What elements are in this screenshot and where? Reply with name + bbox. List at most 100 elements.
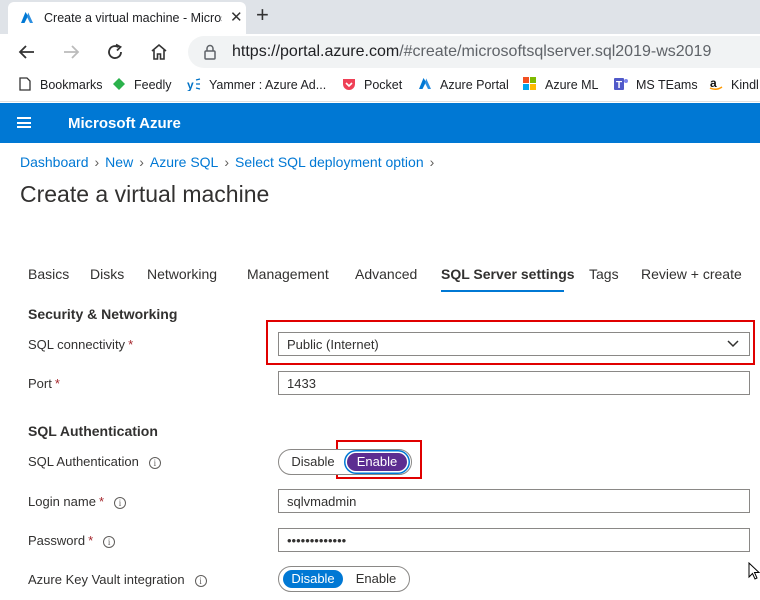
chevron-right-icon: › bbox=[429, 154, 435, 170]
required-marker: * bbox=[98, 494, 105, 509]
azure-header: Microsoft Azure bbox=[0, 103, 760, 143]
bookmark-feedly[interactable]: Feedly bbox=[112, 77, 172, 92]
info-icon[interactable]: i bbox=[103, 536, 116, 548]
chevron-right-icon: › bbox=[94, 154, 100, 170]
azure-portal-icon bbox=[419, 78, 431, 89]
section-security-networking: Security & Networking bbox=[28, 306, 178, 322]
new-tab-icon[interactable]: + bbox=[256, 2, 269, 28]
sql-connectivity-label-text: SQL connectivity bbox=[28, 337, 126, 352]
bookmark-azure-portal[interactable]: Azure Portal bbox=[418, 77, 509, 92]
bookmark-label: Bookmarks bbox=[40, 78, 103, 92]
port-label: Port * bbox=[28, 376, 60, 391]
akv-enable-option[interactable]: Enable bbox=[347, 570, 405, 588]
svg-text:y: y bbox=[187, 78, 194, 91]
feedly-icon bbox=[113, 78, 125, 90]
section-sql-authentication: SQL Authentication bbox=[28, 423, 158, 439]
bookmark-yammer[interactable]: y Yammer : Azure Ad... bbox=[187, 77, 326, 92]
required-marker: * bbox=[128, 337, 134, 352]
login-name-input[interactable]: sqlvmadmin bbox=[278, 489, 750, 513]
browser-tab-strip: Create a virtual machine - Micros ✕ + bbox=[0, 0, 760, 34]
lock-icon bbox=[204, 44, 216, 60]
sql-auth-toggle: Disable Enable bbox=[278, 449, 412, 475]
info-icon[interactable]: i bbox=[148, 457, 161, 469]
bookmark-ms-teams[interactable]: T MS TEams bbox=[614, 77, 698, 92]
bookmark-label: MS TEams bbox=[636, 78, 698, 92]
sql-auth-label: SQL Authentication i bbox=[28, 454, 161, 469]
url-text: https://portal.azure.com/#create/microso… bbox=[232, 43, 711, 61]
mouse-cursor-icon bbox=[748, 562, 760, 580]
browser-toolbar: https://portal.azure.com/#create/microso… bbox=[0, 34, 760, 70]
tab-disks[interactable]: Disks bbox=[90, 266, 124, 282]
address-bar[interactable]: https://portal.azure.com/#create/microso… bbox=[188, 36, 760, 68]
tab-tags[interactable]: Tags bbox=[589, 266, 619, 282]
azure-key-vault-label: Azure Key Vault integration i bbox=[28, 572, 207, 587]
password-value: ••••••••••••• bbox=[287, 533, 347, 548]
browser-tab-title: Create a virtual machine - Micros bbox=[44, 11, 222, 25]
home-icon[interactable] bbox=[150, 43, 168, 61]
login-name-label: Login name * i bbox=[28, 494, 127, 509]
tab-sql-server-settings[interactable]: SQL Server settings bbox=[441, 266, 575, 282]
sql-connectivity-label: SQL connectivity * bbox=[28, 337, 133, 352]
azure-key-vault-toggle: Disable Enable bbox=[278, 566, 410, 592]
url-origin: https://portal.azure.com bbox=[232, 43, 400, 60]
sql-auth-enable-option[interactable]: Enable bbox=[347, 453, 407, 471]
breadcrumb-azure-sql[interactable]: Azure SQL bbox=[150, 154, 218, 170]
yammer-icon: y bbox=[187, 78, 201, 91]
info-icon[interactable]: i bbox=[194, 575, 207, 587]
refresh-icon[interactable] bbox=[106, 43, 124, 61]
bookmark-label: Feedly bbox=[134, 78, 172, 92]
active-tab-indicator bbox=[441, 290, 564, 292]
chevron-right-icon: › bbox=[139, 154, 144, 170]
sql-auth-label-text: SQL Authentication bbox=[28, 454, 139, 469]
chevron-right-icon: › bbox=[224, 154, 230, 170]
azure-brand[interactable]: Microsoft Azure bbox=[68, 115, 181, 132]
info-icon[interactable]: i bbox=[114, 497, 127, 509]
sql-auth-disable-option[interactable]: Disable bbox=[285, 453, 341, 471]
breadcrumb-dashboard[interactable]: Dashboard bbox=[20, 154, 89, 170]
akv-disable-option[interactable]: Disable bbox=[283, 570, 343, 588]
chevron-down-icon bbox=[727, 340, 739, 348]
pocket-icon bbox=[343, 79, 355, 90]
amazon-icon: a bbox=[709, 77, 723, 91]
bookmark-kindle[interactable]: a Kindl bbox=[709, 77, 759, 92]
tab-networking[interactable]: Networking bbox=[147, 266, 217, 282]
bookmark-label: Pocket bbox=[364, 78, 403, 92]
file-icon bbox=[19, 77, 31, 91]
sql-connectivity-value: Public (Internet) bbox=[287, 337, 379, 352]
login-name-value: sqlvmadmin bbox=[287, 494, 357, 509]
bookmark-pocket[interactable]: Pocket bbox=[342, 77, 402, 92]
browser-tab[interactable]: Create a virtual machine - Micros ✕ bbox=[8, 2, 246, 34]
svg-text:T: T bbox=[616, 80, 622, 91]
azure-key-vault-label-text: Azure Key Vault integration bbox=[28, 572, 185, 587]
password-label-text: Password bbox=[28, 533, 86, 548]
bookmarks-bar: Bookmarks Feedly y Yammer : Azure Ad... P… bbox=[0, 70, 760, 102]
tab-management[interactable]: Management bbox=[247, 266, 329, 282]
password-input[interactable]: ••••••••••••• bbox=[278, 528, 750, 552]
breadcrumb-new[interactable]: New bbox=[105, 154, 133, 170]
tab-advanced[interactable]: Advanced bbox=[355, 266, 417, 282]
breadcrumb: Dashboard › New › Azure SQL › Select SQL deplo… bbox=[20, 154, 440, 170]
close-tab-icon[interactable]: ✕ bbox=[230, 8, 243, 26]
bookmark-label: Azure Portal bbox=[440, 78, 509, 92]
bookmark-label: Yammer : Azure Ad... bbox=[209, 78, 327, 92]
teams-icon: T bbox=[614, 78, 628, 91]
login-name-label-text: Login name bbox=[28, 494, 96, 509]
bookmark-bookmarks[interactable]: Bookmarks bbox=[18, 77, 103, 92]
breadcrumb-select-deployment[interactable]: Select SQL deployment option bbox=[235, 154, 424, 170]
page-title: Create a virtual machine bbox=[20, 181, 270, 207]
azure-logo-icon bbox=[21, 12, 33, 23]
forward-icon[interactable] bbox=[62, 43, 80, 61]
tab-review-create[interactable]: Review + create bbox=[641, 266, 742, 282]
port-input[interactable]: 1433 bbox=[278, 371, 750, 395]
sql-connectivity-dropdown[interactable]: Public (Internet) bbox=[278, 332, 750, 356]
password-label: Password * i bbox=[28, 533, 116, 548]
tab-basics[interactable]: Basics bbox=[28, 266, 69, 282]
back-icon[interactable] bbox=[18, 43, 36, 61]
port-value: 1433 bbox=[287, 376, 316, 391]
microsoft-logo-icon bbox=[523, 77, 536, 90]
required-marker: * bbox=[88, 533, 94, 548]
url-path: /#create/microsoftsqlserver.sql2019-ws20… bbox=[399, 43, 712, 60]
bookmark-label: Azure ML bbox=[545, 78, 599, 92]
bookmark-azure-ml[interactable]: Azure ML bbox=[523, 77, 599, 92]
menu-icon[interactable] bbox=[17, 117, 31, 128]
